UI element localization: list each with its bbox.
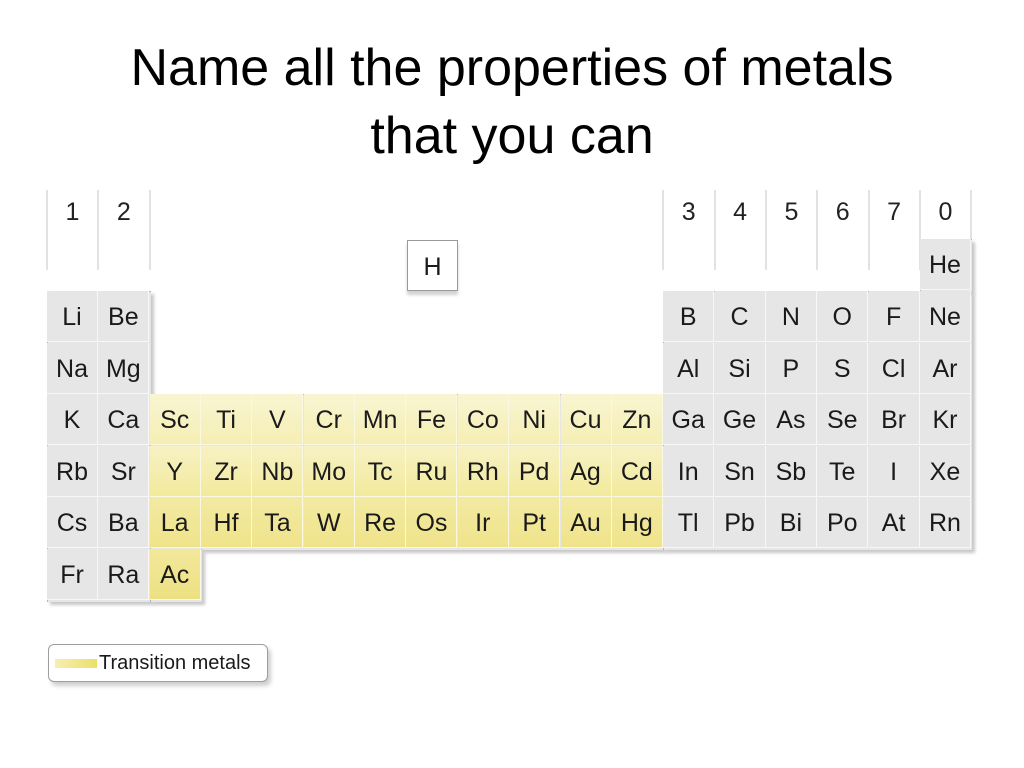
element-Cd: Cd xyxy=(611,445,663,497)
group-label: 7 xyxy=(887,198,902,226)
group-divider xyxy=(764,190,767,270)
element-Ge: Ge xyxy=(714,394,766,446)
element-Ru: Ru xyxy=(406,445,458,497)
element-N: N xyxy=(765,291,817,342)
group-divider xyxy=(867,190,870,270)
element-S: S xyxy=(817,342,869,394)
element-Li: Li xyxy=(47,291,98,342)
element-La: La xyxy=(149,497,201,549)
element-Pd: Pd xyxy=(509,445,561,497)
element-W: W xyxy=(303,497,355,549)
element-Sb: Sb xyxy=(765,445,817,497)
element-Kr: Kr xyxy=(919,394,971,446)
element-Cs: Cs xyxy=(47,497,98,549)
element-Ra: Ra xyxy=(98,549,150,600)
element-Ac: Ac xyxy=(149,549,201,600)
group-divider xyxy=(148,190,151,270)
element-Br: Br xyxy=(868,394,920,446)
group-label: 6 xyxy=(835,198,850,226)
element-Nb: Nb xyxy=(252,445,304,497)
element-Se: Se xyxy=(817,394,869,446)
element-Os: Os xyxy=(406,497,458,549)
element-Na: Na xyxy=(47,342,98,394)
element-F: F xyxy=(868,291,920,342)
element-B: B xyxy=(663,291,715,342)
legend-label: Transition metals xyxy=(99,652,251,674)
group-divider xyxy=(662,190,665,270)
element-Mo: Mo xyxy=(303,445,355,497)
group-label: 1 xyxy=(65,198,80,226)
element-Be: Be xyxy=(98,291,150,342)
element-Au: Au xyxy=(560,497,612,549)
element-At: At xyxy=(868,497,920,549)
element-Ir: Ir xyxy=(457,497,509,549)
element-I: I xyxy=(868,445,920,497)
element-Y: Y xyxy=(149,445,201,497)
element-As: As xyxy=(765,394,817,446)
element-Re: Re xyxy=(355,497,407,549)
element-Zn: Zn xyxy=(611,394,663,446)
element-Hf: Hf xyxy=(201,497,253,549)
element-Mn: Mn xyxy=(355,394,407,446)
element-Ca: Ca xyxy=(98,394,150,446)
element-C: C xyxy=(714,291,766,342)
element-Ti: Ti xyxy=(201,394,253,446)
element-Tl: Tl xyxy=(663,497,715,549)
element-Pb: Pb xyxy=(714,497,766,549)
element-O: O xyxy=(817,291,869,342)
element-Xe: Xe xyxy=(919,445,971,497)
element-Tc: Tc xyxy=(355,445,407,497)
element-Cu: Cu xyxy=(560,394,612,446)
legend-swatch-transition-metals xyxy=(55,659,97,668)
element-Fe: Fe xyxy=(406,394,458,446)
element-Sn: Sn xyxy=(714,445,766,497)
element-Cl: Cl xyxy=(868,342,920,394)
group-divider xyxy=(46,190,48,270)
group-label: 2 xyxy=(116,198,131,226)
element-Al: Al xyxy=(663,342,715,394)
element-Bi: Bi xyxy=(765,497,817,549)
element-Ag: Ag xyxy=(560,445,612,497)
element-Sc: Sc xyxy=(149,394,201,446)
element-Si: Si xyxy=(714,342,766,394)
group-divider xyxy=(816,190,819,270)
element-Fr: Fr xyxy=(47,549,98,600)
group-label: 4 xyxy=(733,198,747,226)
element-Ni: Ni xyxy=(509,394,561,446)
element-Zr: Zr xyxy=(201,445,253,497)
element-K: K xyxy=(47,394,98,446)
element-Rn: Rn xyxy=(919,497,971,549)
element-Cr: Cr xyxy=(303,394,355,446)
element-Rb: Rb xyxy=(47,445,98,497)
legend: Transition metals xyxy=(48,644,268,682)
element-Mg: Mg xyxy=(98,342,150,394)
element-Sr: Sr xyxy=(98,445,150,497)
group-label: 3 xyxy=(681,198,696,226)
element-Rh: Rh xyxy=(457,445,509,497)
element-Co: Co xyxy=(457,394,509,446)
element-He: He xyxy=(919,239,971,291)
element-In: In xyxy=(663,445,715,497)
group-label: 5 xyxy=(784,198,799,226)
element-P: P xyxy=(765,342,817,394)
element-Ta: Ta xyxy=(252,497,304,549)
element-Ne: Ne xyxy=(919,291,971,342)
element-Hg: Hg xyxy=(611,497,663,549)
element-Po: Po xyxy=(817,497,869,549)
element-V: V xyxy=(252,394,304,446)
element-Pt: Pt xyxy=(509,497,561,549)
element-Ga: Ga xyxy=(663,394,715,446)
element-H: H xyxy=(407,240,458,291)
element-Ba: Ba xyxy=(98,497,150,549)
group-divider xyxy=(713,190,716,270)
group-divider xyxy=(97,190,100,270)
element-Ar: Ar xyxy=(919,342,971,394)
element-Te: Te xyxy=(817,445,869,497)
